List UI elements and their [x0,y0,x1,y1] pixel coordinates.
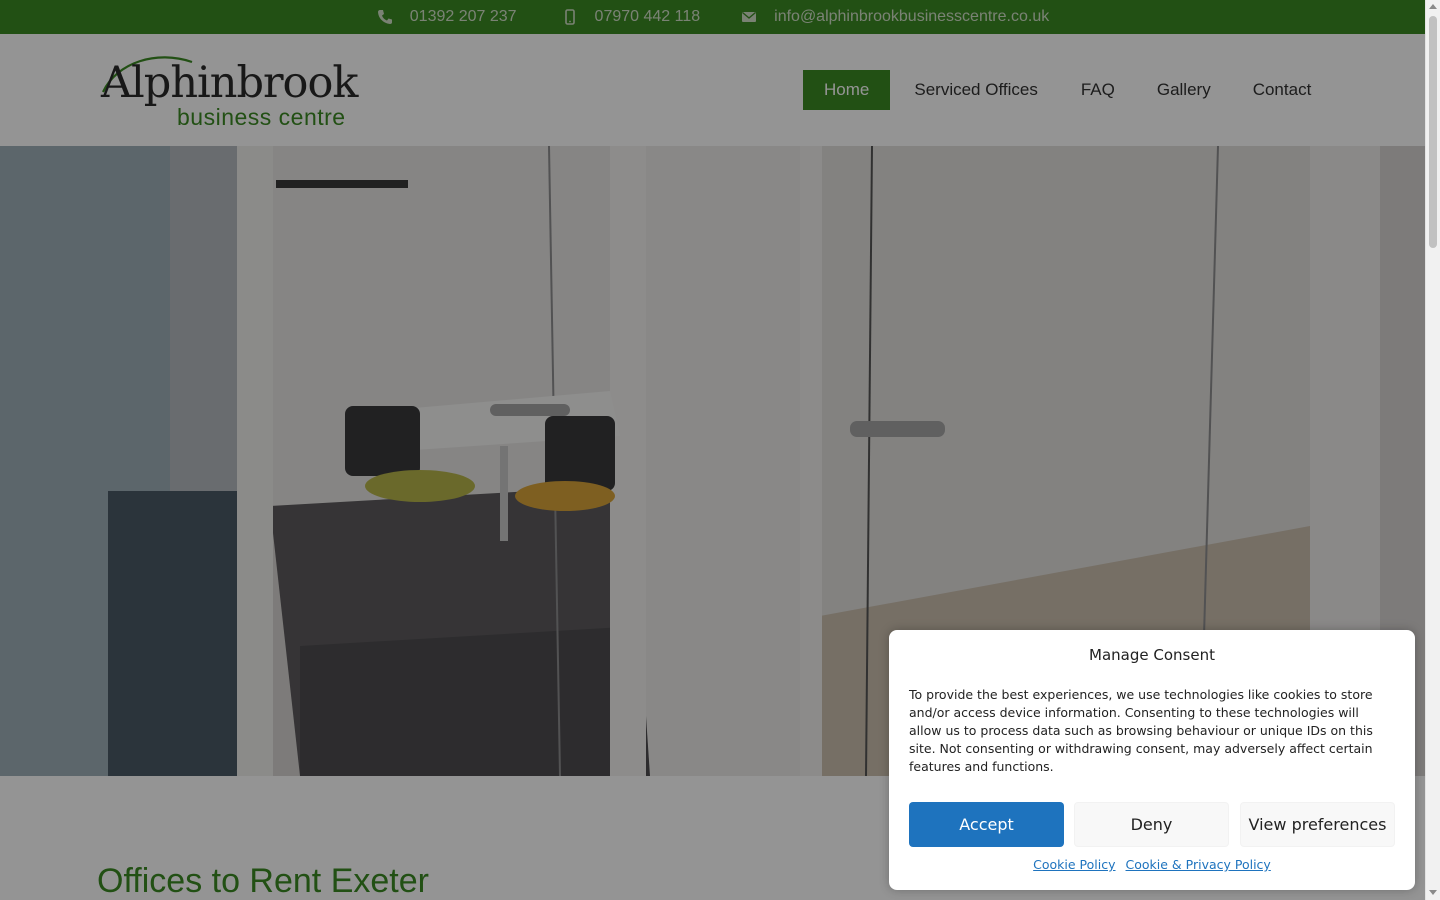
scroll-down-arrow-icon[interactable] [1429,890,1437,895]
consent-body: To provide the best experiences, we use … [909,687,1373,774]
view-preferences-button[interactable]: View preferences [1240,802,1395,847]
deny-button[interactable]: Deny [1074,802,1229,847]
cookie-policy-link[interactable]: Cookie Policy [1033,857,1115,872]
privacy-policy-link[interactable]: Cookie & Privacy Policy [1126,857,1271,872]
cookie-consent-dialog: Manage Consent To provide the best exper… [889,630,1415,890]
consent-title: Manage Consent [1089,646,1215,664]
consent-links: Cookie Policy Cookie & Privacy Policy [889,857,1415,872]
scroll-up-arrow-icon[interactable] [1429,4,1437,9]
scrollbar-thumb[interactable] [1429,16,1437,248]
accept-button[interactable]: Accept [909,802,1064,847]
page-scrollbar[interactable] [1425,0,1440,900]
